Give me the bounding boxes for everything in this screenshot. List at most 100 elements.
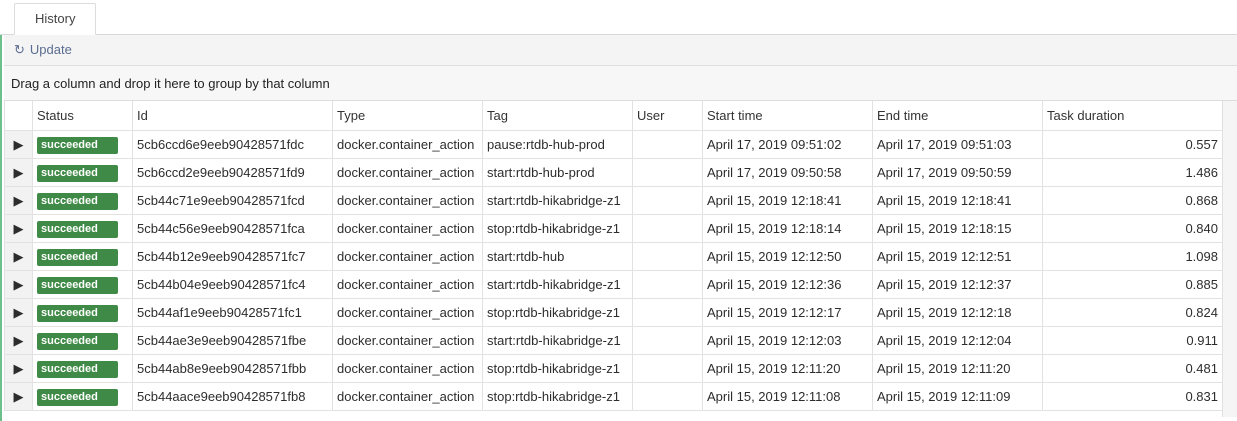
tag-cell: start:rtdb-hub: [482, 242, 633, 271]
column-header-tag[interactable]: Tag: [482, 101, 633, 131]
end-time-cell: April 15, 2019 12:18:41: [872, 186, 1043, 215]
type-cell: docker.container_action: [332, 214, 483, 243]
status-cell: succeeded: [32, 186, 133, 215]
task-id-link[interactable]: 5cb44c56e9eeb90428571fca: [132, 214, 333, 243]
header-row: Status Id Type Tag User Start time End t…: [4, 101, 1223, 131]
start-time-cell: April 15, 2019 12:12:17: [702, 298, 873, 327]
column-header-start-time[interactable]: Start time: [702, 101, 873, 131]
end-time-cell: April 15, 2019 12:12:37: [872, 270, 1043, 299]
duration-cell: 0.868: [1042, 186, 1223, 215]
task-id-link[interactable]: 5cb6ccd6e9eeb90428571fdc: [132, 130, 333, 159]
start-time-cell: April 15, 2019 12:11:20: [702, 354, 873, 383]
accent-strip: [0, 0, 2, 421]
expand-row-icon[interactable]: ▶: [4, 354, 33, 383]
end-time-cell: April 17, 2019 09:51:03: [872, 130, 1043, 159]
end-time-cell: April 15, 2019 12:11:09: [872, 382, 1043, 411]
type-cell: docker.container_action: [332, 242, 483, 271]
status-cell: succeeded: [32, 382, 133, 411]
status-cell: succeeded: [32, 326, 133, 355]
status-cell: succeeded: [32, 270, 133, 299]
table-row[interactable]: ▶ succeeded 5cb44b12e9eeb90428571fc7 docker…: [4, 242, 1223, 271]
duration-cell: 0.824: [1042, 298, 1223, 327]
status-badge: succeeded: [37, 248, 118, 266]
end-time-cell: April 17, 2019 09:50:59: [872, 158, 1043, 187]
task-id-link[interactable]: 5cb44af1e9eeb90428571fc1: [132, 298, 333, 327]
start-time-cell: April 15, 2019 12:18:41: [702, 186, 873, 215]
status-badge: succeeded: [37, 192, 118, 210]
status-badge: succeeded: [37, 304, 118, 322]
status-cell: succeeded: [32, 130, 133, 159]
task-id-link[interactable]: 5cb44c71e9eeb90428571fcd: [132, 186, 333, 215]
tag-cell: start:rtdb-hub-prod: [482, 158, 633, 187]
status-badge: succeeded: [37, 332, 118, 350]
table-row[interactable]: ▶ succeeded 5cb44aace9eeb90428571fb8 docker…: [4, 382, 1223, 411]
start-time-cell: April 15, 2019 12:12:03: [702, 326, 873, 355]
start-time-cell: April 15, 2019 12:12:36: [702, 270, 873, 299]
start-time-cell: April 15, 2019 12:11:08: [702, 382, 873, 411]
duration-cell: 0.831: [1042, 382, 1223, 411]
tag-cell: stop:rtdb-hikabridge-z1: [482, 354, 633, 383]
duration-cell: 0.885: [1042, 270, 1223, 299]
start-time-cell: April 17, 2019 09:51:02: [702, 130, 873, 159]
column-header-end-time[interactable]: End time: [872, 101, 1043, 131]
type-cell: docker.container_action: [332, 186, 483, 215]
expand-row-icon[interactable]: ▶: [4, 130, 33, 159]
tab-history[interactable]: History: [14, 3, 97, 35]
tag-cell: start:rtdb-hikabridge-z1: [482, 186, 633, 215]
expand-row-icon[interactable]: ▶: [4, 270, 33, 299]
type-cell: docker.container_action: [332, 354, 483, 383]
column-header-type[interactable]: Type: [332, 101, 483, 131]
column-header-status[interactable]: Status: [32, 101, 133, 131]
vertical-scrollbar[interactable]: [1222, 101, 1237, 417]
expand-row-icon[interactable]: ▶: [4, 158, 33, 187]
table-row[interactable]: ▶ succeeded 5cb44ae3e9eeb90428571fbe docker…: [4, 326, 1223, 355]
column-header-id[interactable]: Id: [132, 101, 333, 131]
expand-row-icon[interactable]: ▶: [4, 326, 33, 355]
table-row[interactable]: ▶ succeeded 5cb44b04e9eeb90428571fc4 docker…: [4, 270, 1223, 299]
user-cell: [632, 270, 703, 299]
table-row[interactable]: ▶ succeeded 5cb6ccd6e9eeb90428571fdc docker…: [4, 130, 1223, 159]
status-badge: succeeded: [37, 276, 118, 294]
user-cell: [632, 242, 703, 271]
history-grid: Status Id Type Tag User Start time End t…: [4, 101, 1223, 411]
column-header-user[interactable]: User: [632, 101, 703, 131]
type-cell: docker.container_action: [332, 326, 483, 355]
user-cell: [632, 326, 703, 355]
status-badge: succeeded: [37, 388, 118, 406]
expand-row-icon[interactable]: ▶: [4, 242, 33, 271]
expand-row-icon[interactable]: ▶: [4, 214, 33, 243]
update-button[interactable]: ↻ Update: [14, 42, 72, 57]
type-cell: docker.container_action: [332, 298, 483, 327]
status-cell: succeeded: [32, 354, 133, 383]
refresh-icon: ↻: [14, 42, 25, 57]
task-id-link[interactable]: 5cb44ab8e9eeb90428571fbb: [132, 354, 333, 383]
tag-cell: start:rtdb-hikabridge-z1: [482, 326, 633, 355]
status-badge: succeeded: [37, 164, 118, 182]
task-id-link[interactable]: 5cb44b04e9eeb90428571fc4: [132, 270, 333, 299]
task-id-link[interactable]: 5cb44b12e9eeb90428571fc7: [132, 242, 333, 271]
table-row[interactable]: ▶ succeeded 5cb44ab8e9eeb90428571fbb docker…: [4, 354, 1223, 383]
user-cell: [632, 130, 703, 159]
column-header-task-duration[interactable]: Task duration: [1042, 101, 1223, 131]
tag-cell: stop:rtdb-hikabridge-z1: [482, 214, 633, 243]
tag-cell: pause:rtdb-hub-prod: [482, 130, 633, 159]
table-row[interactable]: ▶ succeeded 5cb44af1e9eeb90428571fc1 docker…: [4, 298, 1223, 327]
end-time-cell: April 15, 2019 12:12:18: [872, 298, 1043, 327]
user-cell: [632, 186, 703, 215]
table-row[interactable]: ▶ succeeded 5cb44c71e9eeb90428571fcd docker…: [4, 186, 1223, 215]
tag-cell: stop:rtdb-hikabridge-z1: [482, 382, 633, 411]
table-row[interactable]: ▶ succeeded 5cb44c56e9eeb90428571fca docker…: [4, 214, 1223, 243]
table-row[interactable]: ▶ succeeded 5cb6ccd2e9eeb90428571fd9 docker…: [4, 158, 1223, 187]
group-by-drop-zone[interactable]: Drag a column and drop it here to group …: [4, 66, 1237, 101]
user-cell: [632, 382, 703, 411]
expand-row-icon[interactable]: ▶: [4, 382, 33, 411]
duration-cell: 1.486: [1042, 158, 1223, 187]
expand-row-icon[interactable]: ▶: [4, 186, 33, 215]
duration-cell: 0.557: [1042, 130, 1223, 159]
expand-row-icon[interactable]: ▶: [4, 298, 33, 327]
task-id-link[interactable]: 5cb44ae3e9eeb90428571fbe: [132, 326, 333, 355]
duration-cell: 1.098: [1042, 242, 1223, 271]
task-id-link[interactable]: 5cb44aace9eeb90428571fb8: [132, 382, 333, 411]
start-time-cell: April 15, 2019 12:18:14: [702, 214, 873, 243]
task-id-link[interactable]: 5cb6ccd2e9eeb90428571fd9: [132, 158, 333, 187]
